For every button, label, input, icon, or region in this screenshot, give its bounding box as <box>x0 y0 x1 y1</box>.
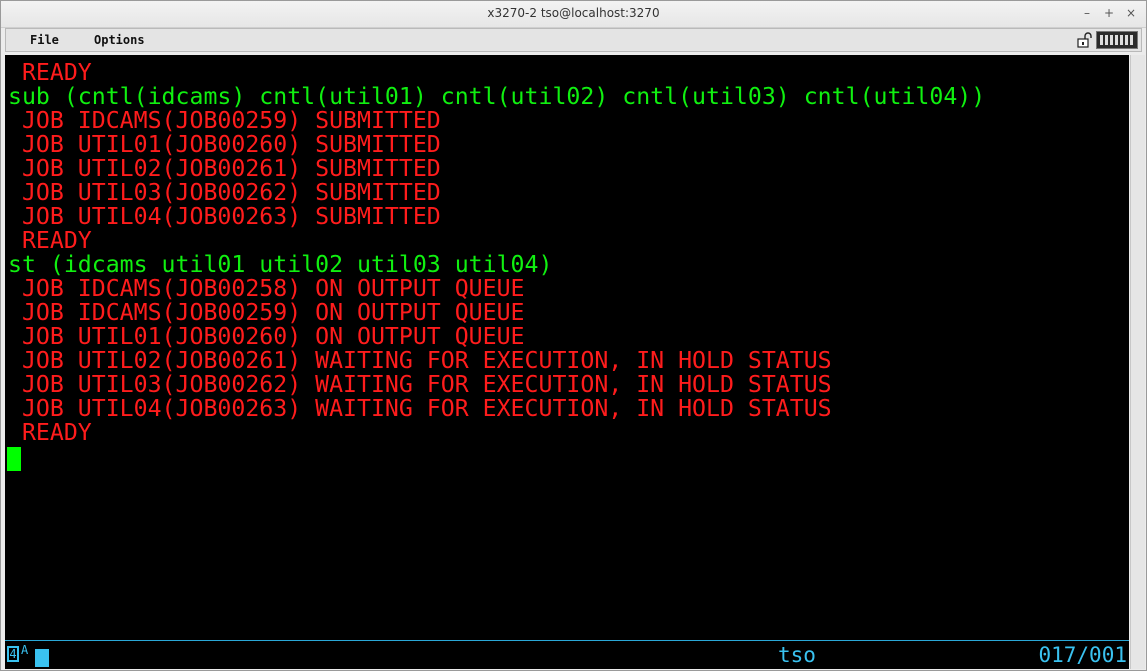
terminal-line: JOB UTIL03(JOB00262) SUBMITTED <box>8 179 441 206</box>
menu-options[interactable]: Options <box>94 33 145 47</box>
x3270-window: x3270-2 tso@localhost:3270 – + × File Op… <box>0 0 1147 671</box>
title-bar[interactable]: x3270-2 tso@localhost:3270 – + × <box>1 1 1146 28</box>
cursor-position: 017/001 <box>1038 643 1127 667</box>
menu-file[interactable]: File <box>30 33 59 47</box>
terminal-line: JOB UTIL04(JOB00263) SUBMITTED <box>8 203 441 230</box>
terminal-line: READY <box>8 227 92 254</box>
window-title: x3270-2 tso@localhost:3270 <box>487 6 660 20</box>
terminal-cursor <box>7 447 21 471</box>
terminal-line: READY <box>8 59 92 86</box>
minimize-button[interactable]: – <box>1078 4 1096 22</box>
close-button[interactable]: × <box>1122 4 1140 22</box>
connection-mark: A <box>21 643 29 657</box>
operator-info-area: 4 A tso 017/001 <box>5 643 1129 667</box>
connected-block-icon <box>35 649 49 667</box>
status-divider <box>5 640 1129 641</box>
terminal-line: JOB UTIL02(JOB00261) WAITING FOR EXECUTI… <box>8 347 832 374</box>
terminal-line: JOB IDCAMS(JOB00259) ON OUTPUT QUEUE <box>8 299 525 326</box>
menu-bar: File Options <box>5 28 1142 52</box>
keyboard-icon[interactable] <box>1096 31 1138 49</box>
user-id: tso <box>778 643 816 667</box>
terminal-line: JOB UTIL02(JOB00261) SUBMITTED <box>8 155 441 182</box>
terminal-line: READY <box>8 419 92 446</box>
terminal-line: sub (cntl(idcams) cntl(util01) cntl(util… <box>8 83 986 110</box>
terminal-line: JOB UTIL03(JOB00262) WAITING FOR EXECUTI… <box>8 371 832 398</box>
terminal-line: JOB UTIL04(JOB00263) WAITING FOR EXECUTI… <box>8 395 832 422</box>
maximize-button[interactable]: + <box>1100 4 1118 22</box>
terminal-line: JOB IDCAMS(JOB00259) SUBMITTED <box>8 107 441 134</box>
lu-indicator-icon: 4 <box>7 646 19 662</box>
vertical-scrollbar[interactable] <box>1130 55 1145 669</box>
lock-icon[interactable] <box>1077 32 1093 48</box>
terminal-line: JOB UTIL01(JOB00260) SUBMITTED <box>8 131 441 158</box>
terminal-line: st (idcams util01 util02 util03 util04) <box>8 251 553 278</box>
terminal-line: JOB IDCAMS(JOB00258) ON OUTPUT QUEUE <box>8 275 525 302</box>
terminal-screen[interactable]: READY sub (cntl(idcams) cntl(util01) cntl… <box>5 55 1129 669</box>
terminal-line: JOB UTIL01(JOB00260) ON OUTPUT QUEUE <box>8 323 525 350</box>
terminal-text: READY sub (cntl(idcams) cntl(util01) cntl… <box>8 61 985 445</box>
